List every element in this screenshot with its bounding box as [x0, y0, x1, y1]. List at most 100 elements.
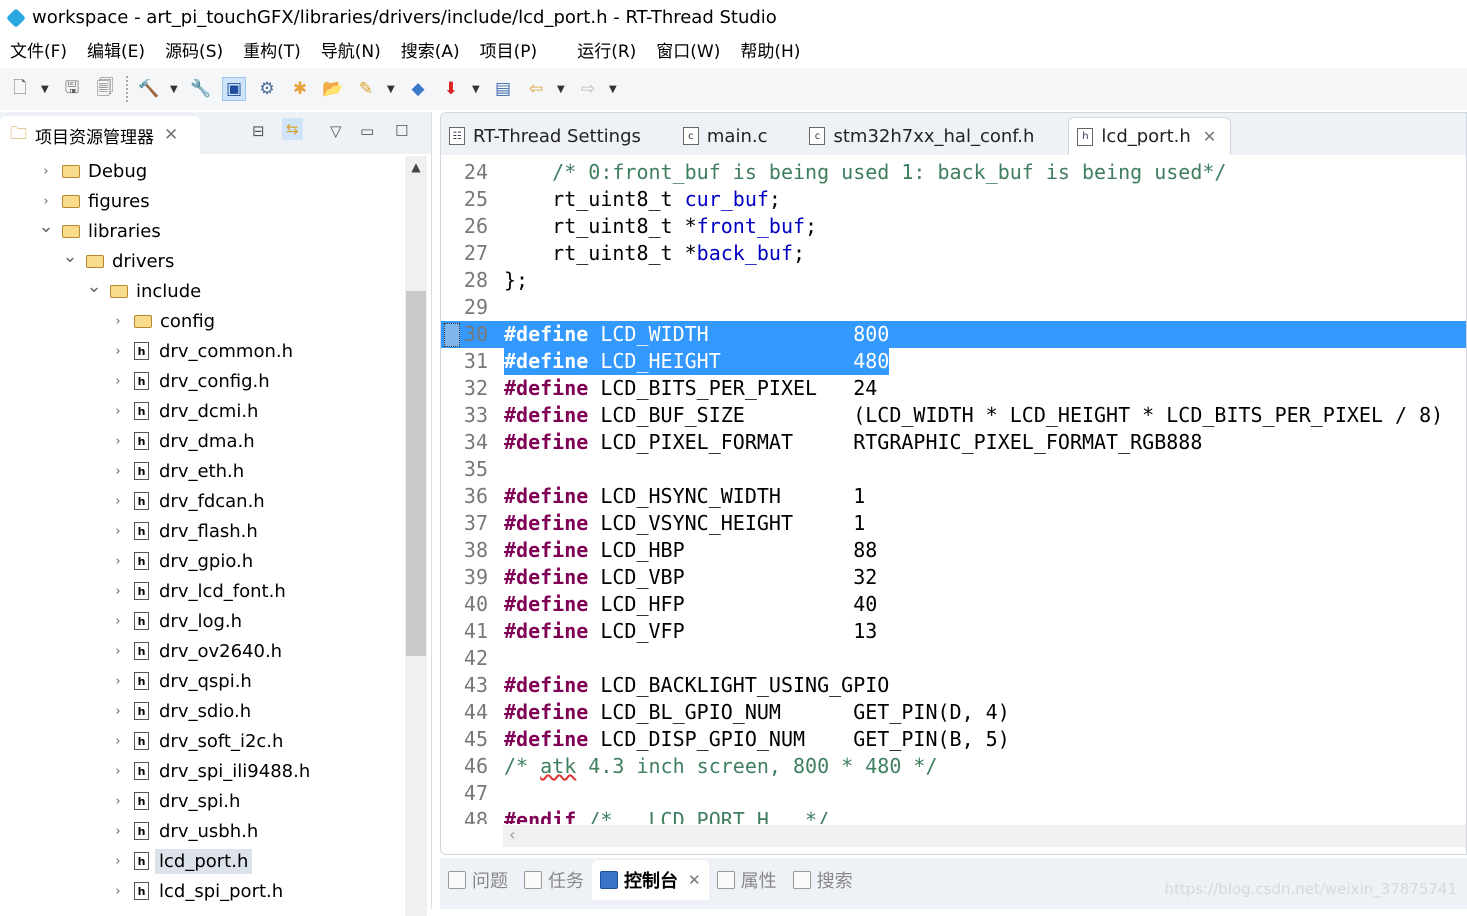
- menu-item[interactable]: 编辑(E): [87, 37, 145, 62]
- chevron-right-icon[interactable]: ›: [110, 674, 126, 689]
- editor-tab[interactable]: ☷ RT-Thread Settings: [441, 117, 655, 155]
- menu-item[interactable]: 帮助(H): [740, 37, 800, 62]
- chevron-right-icon[interactable]: ›: [110, 524, 126, 539]
- tree-item[interactable]: › h drv_common.h: [0, 336, 405, 366]
- tree-item[interactable]: ⌄ libraries: [0, 216, 405, 246]
- menu-item[interactable]: 导航(N): [321, 37, 381, 62]
- link-editor-icon[interactable]: ⇆: [282, 118, 303, 140]
- chevron-right-icon[interactable]: ›: [38, 194, 54, 209]
- bottom-tab[interactable]: 问题: [440, 860, 516, 900]
- gear-icon[interactable]: ⚙: [255, 77, 279, 101]
- chevron-right-icon[interactable]: ›: [110, 884, 126, 899]
- back-arrow-icon[interactable]: ⇦: [524, 77, 548, 101]
- new-icon[interactable]: 🗋: [8, 77, 32, 101]
- open-folder-icon[interactable]: 📂: [321, 77, 345, 101]
- chevron-down-icon[interactable]: ⌄: [62, 246, 78, 267]
- tree-item[interactable]: › h drv_lcd_font.h: [0, 576, 405, 606]
- explorer-scrollbar[interactable]: ▲: [405, 156, 427, 916]
- chevron-right-icon[interactable]: ›: [110, 794, 126, 809]
- menu-item[interactable]: 窗口(W): [656, 37, 720, 62]
- close-icon[interactable]: ✕: [164, 125, 178, 145]
- tree-item[interactable]: › h lcd_spi_port.h: [0, 876, 405, 906]
- build-hammer-icon[interactable]: 🔨: [137, 77, 161, 101]
- scroll-up-icon[interactable]: ▲: [405, 160, 427, 174]
- tree-item[interactable]: › figures: [0, 186, 405, 216]
- tree-item[interactable]: › h drv_flash.h: [0, 516, 405, 546]
- new-dropdown[interactable]: ▼: [41, 84, 51, 95]
- tree-item[interactable]: › h drv_dma.h: [0, 426, 405, 456]
- tree-item[interactable]: › h drv_fdcan.h: [0, 486, 405, 516]
- debug-bug-icon[interactable]: ✱: [288, 77, 312, 101]
- tree-item[interactable]: ⌄ drivers: [0, 246, 405, 276]
- flash-download-icon[interactable]: ⬇: [439, 77, 463, 101]
- maximize-icon[interactable]: ☐: [395, 122, 408, 140]
- close-icon[interactable]: ✕: [1203, 127, 1216, 146]
- tree-item[interactable]: › h drv_gpio.h: [0, 546, 405, 576]
- flash-dropdown[interactable]: ▼: [472, 84, 482, 95]
- chevron-down-icon[interactable]: ⌄: [86, 276, 102, 297]
- chevron-right-icon[interactable]: ›: [110, 404, 126, 419]
- download-pen-icon[interactable]: ✎: [354, 77, 378, 101]
- menu-item[interactable]: 文件(F): [10, 37, 67, 62]
- chevron-right-icon[interactable]: ›: [110, 824, 126, 839]
- chevron-right-icon[interactable]: ›: [38, 164, 54, 179]
- menu-item[interactable]: 重构(T): [243, 37, 301, 62]
- chevron-right-icon[interactable]: ›: [110, 704, 126, 719]
- chevron-right-icon[interactable]: ›: [110, 614, 126, 629]
- view-menu-icon[interactable]: ▽: [330, 122, 342, 140]
- chevron-right-icon[interactable]: ›: [110, 764, 126, 779]
- menu-item[interactable]: 搜索(A): [401, 37, 460, 62]
- tree-item[interactable]: › Debug: [0, 156, 405, 186]
- bottom-tab[interactable]: 属性: [709, 860, 785, 900]
- code-area[interactable]: 24 /* 0:front_buf is being used 1: back_…: [441, 159, 1466, 824]
- menu-item[interactable]: 项目(P): [480, 37, 538, 62]
- menu-item[interactable]: 运行(R): [577, 37, 636, 62]
- chevron-right-icon[interactable]: ›: [110, 494, 126, 509]
- tree-item[interactable]: › h drv_config.h: [0, 366, 405, 396]
- minimize-icon[interactable]: ▭: [360, 122, 374, 140]
- chevron-right-icon[interactable]: ›: [110, 644, 126, 659]
- tree-item[interactable]: › h drv_sdio.h: [0, 696, 405, 726]
- editor-tab[interactable]: c main.c: [675, 117, 782, 155]
- wrench-icon[interactable]: 🔧: [189, 77, 213, 101]
- close-icon[interactable]: ✕: [688, 871, 701, 889]
- explorer-tab[interactable]: 🗀 项目资源管理器 ✕: [0, 116, 200, 154]
- chevron-right-icon[interactable]: ›: [110, 464, 126, 479]
- scroll-left-icon[interactable]: ‹: [509, 825, 515, 844]
- forward-arrow-icon[interactable]: ⇨: [576, 77, 600, 101]
- tree-item[interactable]: › h drv_eth.h: [0, 456, 405, 486]
- chevron-right-icon[interactable]: ›: [110, 314, 126, 329]
- tree-item[interactable]: › h drv_log.h: [0, 606, 405, 636]
- serial-icon[interactable]: ▤: [491, 77, 515, 101]
- scrollbar-thumb[interactable]: [406, 291, 426, 656]
- build-dropdown[interactable]: ▼: [170, 84, 180, 95]
- tree-item[interactable]: › config: [0, 306, 405, 336]
- chevron-right-icon[interactable]: ›: [110, 374, 126, 389]
- tree-item[interactable]: › h lcd_port.h: [0, 846, 405, 876]
- tree-item[interactable]: › h drv_spi.h: [0, 786, 405, 816]
- bottom-tab[interactable]: 任务: [516, 860, 592, 900]
- sdk-book-icon[interactable]: ◆: [406, 77, 430, 101]
- download-dropdown[interactable]: ▼: [387, 84, 397, 95]
- chevron-down-icon[interactable]: ⌄: [38, 216, 54, 237]
- terminal-icon[interactable]: ▣: [222, 77, 246, 101]
- chevron-right-icon[interactable]: ›: [110, 734, 126, 749]
- chevron-right-icon[interactable]: ›: [110, 584, 126, 599]
- bottom-tab[interactable]: 搜索: [785, 860, 861, 900]
- tree-item[interactable]: › h drv_dcmi.h: [0, 396, 405, 426]
- chevron-right-icon[interactable]: ›: [110, 434, 126, 449]
- chevron-right-icon[interactable]: ›: [110, 554, 126, 569]
- bottom-tab[interactable]: 控制台 ✕: [592, 860, 709, 900]
- tree-item[interactable]: › h drv_soft_i2c.h: [0, 726, 405, 756]
- forward-dropdown[interactable]: ▼: [609, 84, 619, 95]
- save-icon[interactable]: 🖫: [60, 77, 84, 101]
- tree-item[interactable]: › h drv_qspi.h: [0, 666, 405, 696]
- horizontal-scrollbar[interactable]: ‹: [503, 825, 1466, 847]
- collapse-all-icon[interactable]: ⊟: [252, 122, 265, 140]
- tree-item[interactable]: › h drv_usbh.h: [0, 816, 405, 846]
- back-dropdown[interactable]: ▼: [557, 84, 567, 95]
- chevron-right-icon[interactable]: ›: [110, 344, 126, 359]
- editor-tab[interactable]: c stm32h7xx_hal_conf.h: [801, 117, 1048, 155]
- save-all-icon[interactable]: 🗐: [93, 77, 117, 101]
- editor-tab[interactable]: h lcd_port.h ✕: [1068, 117, 1232, 155]
